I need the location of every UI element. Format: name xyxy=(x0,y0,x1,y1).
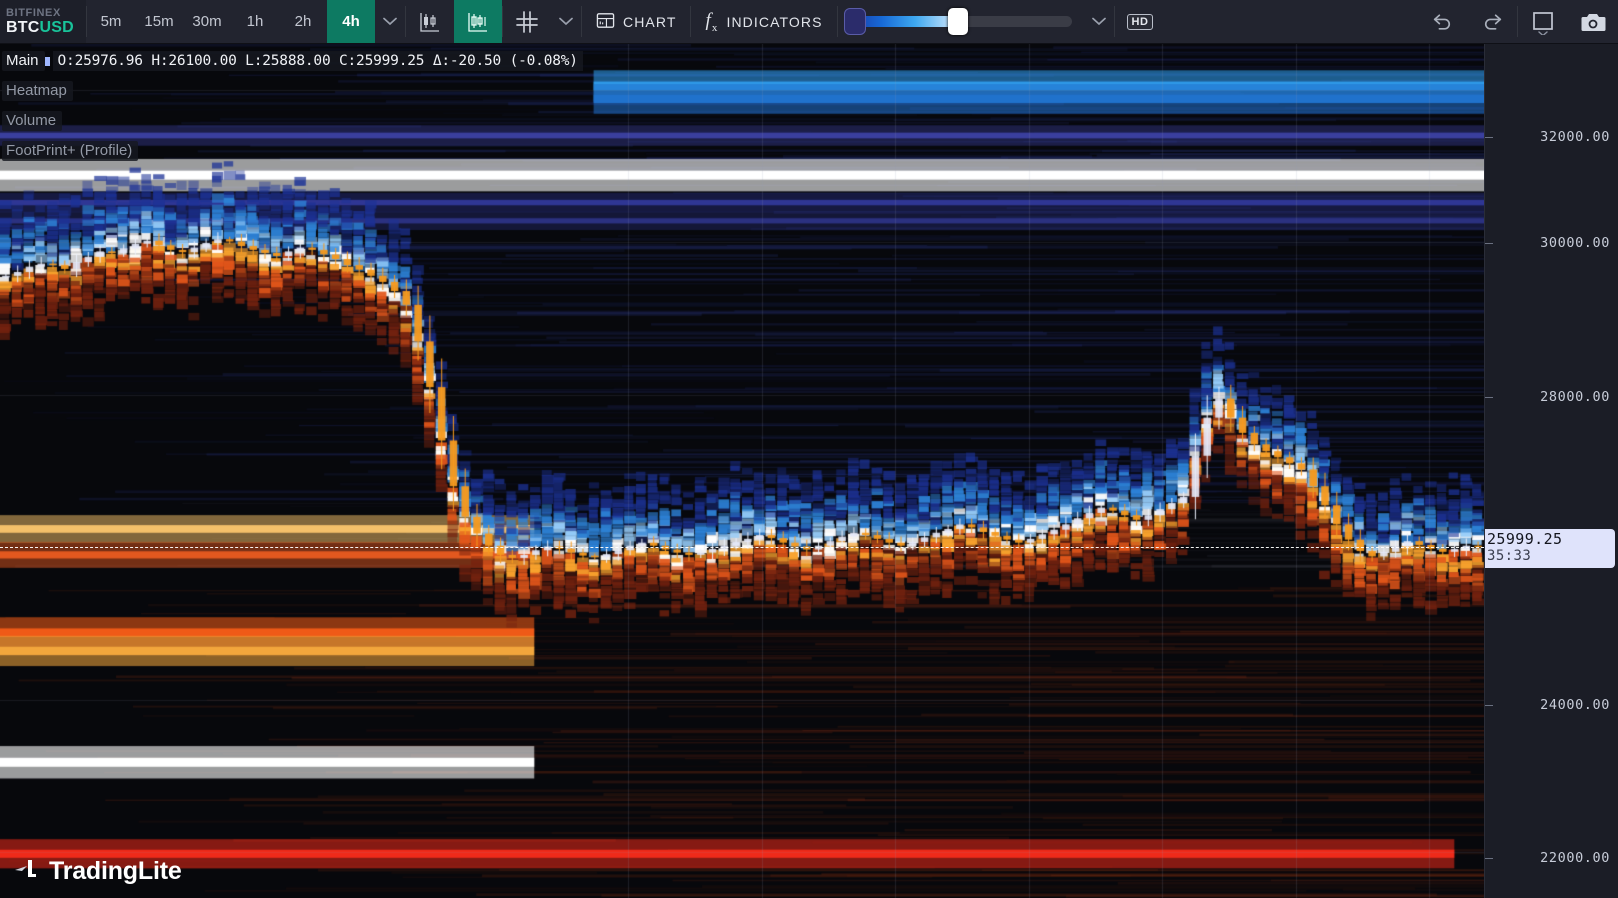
current-price-value: 25999.25 xyxy=(1487,531,1611,548)
candle-countdown: 35:33 xyxy=(1487,548,1611,565)
chart-button-label: CHART xyxy=(623,14,676,30)
legend-label-main: Main xyxy=(2,51,45,71)
slider-left-cap xyxy=(844,8,866,35)
axis-tick xyxy=(1485,243,1493,244)
chart-canvas[interactable]: Main O:25976.96 H:26100.00 L:25888.00 C:… xyxy=(0,44,1484,898)
candlestick-chart-icon[interactable] xyxy=(406,0,454,43)
hd-toggle[interactable]: HD xyxy=(1115,0,1166,43)
current-price-dashed-line xyxy=(0,547,1484,548)
camera-icon[interactable] xyxy=(1568,0,1618,43)
timeframe-30m[interactable]: 30m xyxy=(183,0,231,43)
timeframe-1h[interactable]: 1h xyxy=(231,0,279,43)
legend-label-heatmap: Heatmap xyxy=(2,81,73,101)
legend-row-main[interactable]: Main O:25976.96 H:26100.00 L:25888.00 C:… xyxy=(2,46,583,76)
layout-chart-icon xyxy=(596,11,615,33)
tradinglite-logo-icon xyxy=(14,858,40,885)
timeframe-2h[interactable]: 2h xyxy=(279,0,327,43)
timeframe-15m[interactable]: 15m xyxy=(135,0,183,43)
symbol-ticker[interactable]: BITFINEX BTCUSD xyxy=(0,0,86,43)
legend-row-volume[interactable]: Volume xyxy=(2,106,583,136)
timeframe-5m[interactable]: 5m xyxy=(87,0,135,43)
crosshair-dropdown-chevron-down-icon[interactable] xyxy=(551,0,581,43)
chart-legend: Main O:25976.96 H:26100.00 L:25888.00 C:… xyxy=(0,44,583,166)
price-axis[interactable]: 32000.00 30000.00 28000.00 24000.00 2200… xyxy=(1484,44,1618,898)
chevron-down-icon[interactable] xyxy=(375,0,405,43)
legend-label-footprint: FootPrint+ (Profile) xyxy=(2,141,138,161)
axis-label-32000: 32000.00 xyxy=(1540,129,1610,145)
redo-icon[interactable] xyxy=(1467,0,1517,43)
legend-label-volume: Volume xyxy=(2,111,62,131)
crosshair-icon[interactable] xyxy=(503,0,551,43)
legend-color-swatch xyxy=(45,57,50,66)
price-tag-arrow xyxy=(1484,538,1487,556)
legend-row-heatmap[interactable]: Heatmap xyxy=(2,76,583,106)
axis-label-24000: 24000.00 xyxy=(1540,697,1610,713)
exchange-label: BITFINEX xyxy=(6,7,86,19)
axis-label-28000: 28000.00 xyxy=(1540,389,1610,405)
current-price-tag[interactable]: 25999.25 35:33 xyxy=(1484,529,1615,568)
symbol-pair: BTCUSD xyxy=(6,19,86,36)
slider-dropdown-chevron-down-icon[interactable] xyxy=(1084,0,1114,43)
legend-row-footprint[interactable]: FootPrint+ (Profile) xyxy=(2,136,583,166)
fx-icon: fx xyxy=(705,10,718,34)
axis-label-22000: 22000.00 xyxy=(1540,850,1610,866)
ohlc-values: O:25976.96 H:26100.00 L:25888.00 C:25999… xyxy=(53,51,583,71)
price-tag-body: 25999.25 35:33 xyxy=(1484,529,1615,568)
timeframe-4h[interactable]: 4h xyxy=(327,0,375,43)
quote-currency: USD xyxy=(39,19,73,36)
slider-knob[interactable] xyxy=(948,8,968,35)
watermark-text: TradingLite xyxy=(49,857,182,886)
hd-badge-label: HD xyxy=(1127,14,1154,30)
axis-tick xyxy=(1485,858,1493,859)
candlestick-hd-chart-icon[interactable] xyxy=(454,0,502,43)
chart-button[interactable]: CHART xyxy=(582,0,690,43)
undo-icon[interactable] xyxy=(1417,0,1467,43)
intensity-slider-container xyxy=(838,0,1084,43)
axis-tick xyxy=(1485,397,1493,398)
fullscreen-square-icon[interactable] xyxy=(1518,0,1568,43)
base-currency: BTC xyxy=(6,19,39,36)
top-toolbar: BITFINEX BTCUSD 5m 15m 30m 1h 2h 4h xyxy=(0,0,1618,44)
indicators-button-label: INDICATORS xyxy=(726,14,822,30)
liquidity-heatmap-canvas[interactable] xyxy=(0,44,1484,898)
axis-tick xyxy=(1485,705,1493,706)
tradinglite-watermark: TradingLite xyxy=(14,857,182,886)
heatmap-intensity-slider[interactable] xyxy=(850,16,1072,27)
axis-tick xyxy=(1485,137,1493,138)
indicators-button[interactable]: fx INDICATORS xyxy=(691,0,836,43)
toolbar-spacer xyxy=(1165,0,1417,43)
axis-label-30000: 30000.00 xyxy=(1540,235,1610,251)
